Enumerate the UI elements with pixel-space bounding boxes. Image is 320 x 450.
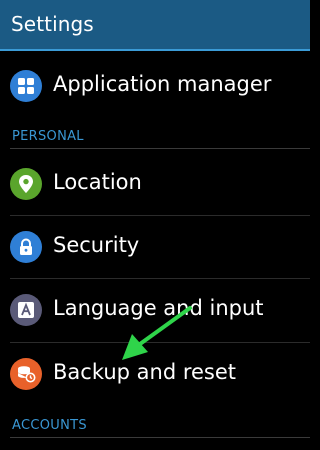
settings-item-security[interactable]: Security [0, 216, 310, 277]
settings-item-label: Location [53, 170, 142, 194]
section-header-accounts: ACCOUNTS [12, 418, 87, 433]
grid-icon [10, 70, 42, 102]
section-divider [10, 148, 310, 149]
settings-item-label: Security [53, 233, 140, 257]
location-pin-icon [10, 168, 42, 200]
settings-item-application-manager[interactable]: Application manager [0, 55, 310, 116]
lock-icon [10, 231, 42, 263]
title-bar: Settings [0, 0, 310, 51]
keyboard-a-icon [10, 294, 42, 326]
page-title: Settings [11, 12, 94, 36]
section-divider [10, 437, 310, 438]
section-header-personal: PERSONAL [12, 129, 84, 144]
backup-reset-icon [10, 358, 42, 390]
settings-item-location[interactable]: Location [0, 153, 310, 214]
annotation-arrow-icon [122, 306, 192, 360]
settings-item-label: Application manager [53, 72, 272, 96]
